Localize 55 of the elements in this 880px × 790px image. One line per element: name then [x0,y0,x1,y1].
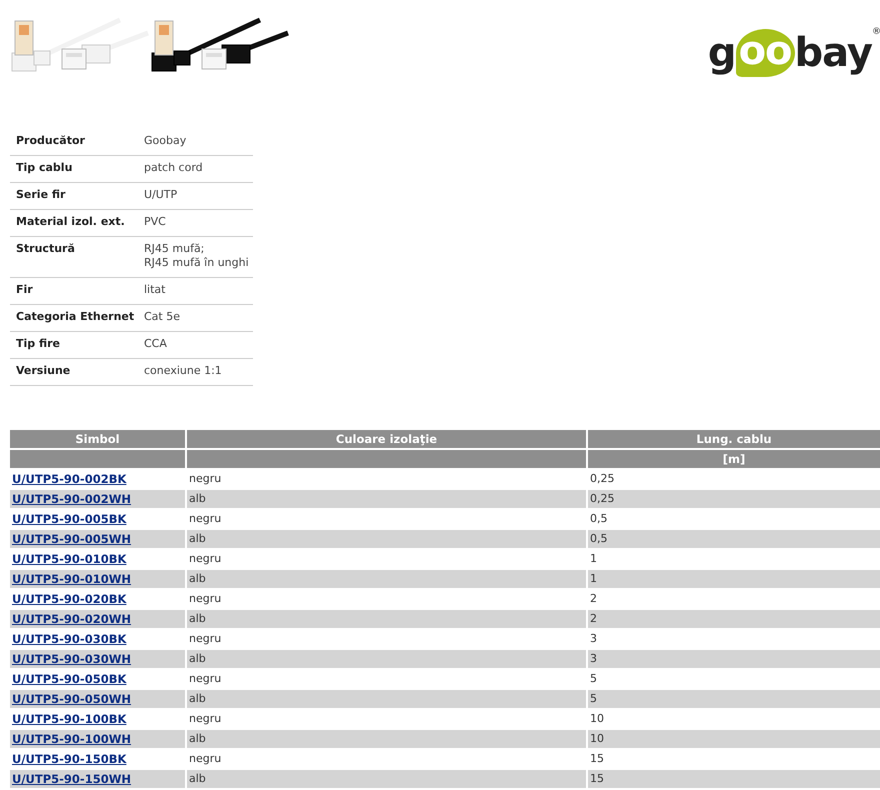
spec-value: Cat 5e [144,310,181,324]
spec-label: Serie fir [15,188,66,202]
spec-label: Producător [15,134,86,148]
spec-label: Versiune [15,364,72,378]
product-link[interactable]: U/UTP5-90-050WH [12,692,132,706]
column-header: Simbol [10,430,185,448]
product-link[interactable]: U/UTP5-90-002BK [12,472,126,486]
table-cell: 3 [588,650,880,668]
spec-value: conexiune 1:1 [144,364,223,378]
spec-value: RJ45 mufă; RJ45 mufă în unghi [144,242,250,270]
product-link[interactable]: U/UTP5-90-005BK [12,512,126,526]
spec-value: Goobay [144,134,188,148]
logo: goobay® [708,29,880,77]
table-cell: 2 [588,610,880,628]
product-link[interactable]: U/UTP5-90-020BK [12,592,126,606]
product-link[interactable]: U/UTP5-90-010BK [12,552,126,566]
table-cell: 10 [588,730,880,748]
table-cell: 15 [588,770,880,788]
table-cell: 5 [588,690,880,708]
product-link[interactable]: U/UTP5-90-005WH [12,532,132,546]
spec-label: Structură [15,242,76,257]
table-cell: 1 [588,570,880,588]
product-link[interactable]: U/UTP5-90-150BK [12,752,126,766]
spec-label: Categoria Ethernet [15,310,136,324]
column-header: Lung. cablu [588,430,880,448]
table-cell: alb [187,770,586,788]
table-cell: alb [187,690,586,708]
product-link[interactable]: U/UTP5-90-100WH [12,732,132,746]
spec-label: Material izol. ext. [15,215,126,229]
spec-value: PVC [144,215,167,229]
product-link[interactable]: U/UTP5-90-020WH [12,612,132,626]
table-cell: alb [187,730,586,748]
product-link[interactable]: U/UTP5-90-030BK [12,632,126,646]
table-cell: 0,25 [588,490,880,508]
column-header: Culoare izolaţie [187,430,586,448]
spec-value: patch cord [144,161,204,175]
product-link[interactable]: U/UTP5-90-050BK [12,672,126,686]
table-cell: 0,5 [588,530,880,548]
spec-value: CCA [144,337,168,351]
product-link[interactable]: U/UTP5-90-002WH [12,492,132,506]
table-cell: alb [187,650,586,668]
table-cell: alb [187,610,586,628]
product-link[interactable]: U/UTP5-90-150WH [12,772,132,786]
unit-header: [m] [588,450,880,468]
table-cell: alb [187,570,586,588]
table-cell: alb [187,530,586,548]
table-cell: alb [187,490,586,508]
spec-label: Fir [15,283,34,297]
product-link[interactable]: U/UTP5-90-010WH [12,572,132,586]
product-link[interactable]: U/UTP5-90-030WH [12,652,132,666]
spec-value: litat [144,283,166,297]
product-link[interactable]: U/UTP5-90-100BK [12,712,126,726]
spec-value: U/UTP [144,188,178,202]
spec-label: Tip cablu [15,161,74,175]
spec-label: Tip fire [15,337,62,351]
